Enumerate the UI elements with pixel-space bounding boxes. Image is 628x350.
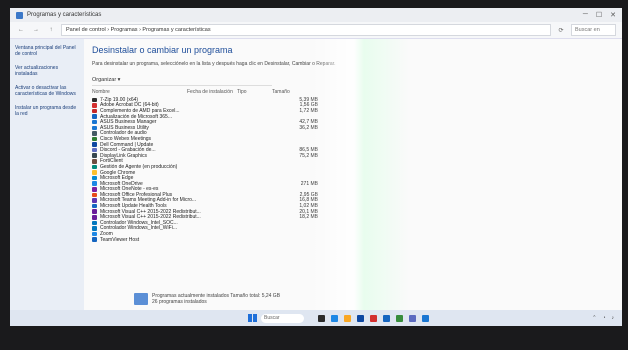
column-size[interactable]: Tamaño [272,89,302,95]
store-icon[interactable] [357,314,364,322]
sidebar-item-windows-features[interactable]: Activar o desactivar las características… [15,85,79,97]
program-icon [92,136,97,142]
outlook-icon[interactable] [383,314,390,322]
back-arrow-icon[interactable]: ← [16,27,26,33]
organize-button[interactable]: Organizar ▾ [92,77,272,86]
page-description: Para desinstalar un programa, seleccióne… [92,61,336,67]
window-controls: ─ ☐ ✕ [583,11,616,19]
program-size: 36,2 MB [299,124,318,131]
sidebar-item-install-from-network[interactable]: Instalar un programa desde la red [15,105,79,117]
sidebar-item-control-panel-home[interactable]: Ventana principal del Panel de control [15,45,79,57]
program-icon [92,114,97,119]
address-text: Panel de control › Programas › Programas… [66,27,211,33]
program-icon [92,142,97,147]
program-icon [92,187,97,192]
program-icon [92,153,97,158]
screen: Programas y características ─ ☐ ✕ ← → ↑ … [10,8,622,326]
status-count: 26 programas instalados [152,299,207,305]
program-list: 7-Zip 19.00 (x64) 5,39 MB Adobe Acrobat DC… [92,97,614,243]
search-input[interactable]: Buscar en [571,24,616,36]
program-icon [92,159,97,164]
window-title: Programas y características [27,12,102,18]
taskbar-search-label: Buscar [264,315,280,321]
excel-icon[interactable] [396,314,403,322]
taskbar-search[interactable]: Buscar [261,313,304,323]
program-icon [92,231,97,237]
status-bar: Programas actualmente instalados Tamaño … [134,293,280,305]
program-icon [92,220,97,226]
program-size: 75,2 MB [299,152,318,159]
program-icon [92,164,97,170]
program-size: 1,72 MB [299,107,318,114]
program-icon [92,192,97,198]
navigation-bar: ← → ↑ Panel de control › Programas › Pro… [10,22,622,39]
program-icon [92,125,97,131]
program-icon [92,198,97,203]
program-name: TeamViewer Host [100,236,140,243]
refresh-icon[interactable]: ⟳ [556,27,566,34]
volume-icon[interactable]: ♪ [612,315,615,321]
taskbar: Buscar ⌃ ◔ ♪ [10,310,622,326]
program-icon [92,237,97,242]
system-tray: ⌃ ◔ ♪ [592,315,614,321]
tray-chevron-icon[interactable]: ⌃ [592,315,596,321]
control-panel-icon [16,11,23,19]
minimize-icon[interactable]: ─ [583,11,588,19]
maximize-icon[interactable]: ☐ [596,11,602,19]
sidebar: Ventana principal del Panel de control V… [10,39,84,311]
program-icon [92,203,97,209]
monitor-bottom-bezel [0,326,628,350]
program-icon [92,181,97,186]
address-bar[interactable]: Panel de control › Programas › Programas… [61,24,551,36]
program-icon [92,209,97,214]
wifi-icon[interactable]: ◔ [602,315,605,321]
program-icon [92,131,97,136]
forward-arrow-icon[interactable]: → [31,27,41,33]
close-icon[interactable]: ✕ [610,11,616,19]
column-type[interactable]: Tipo [237,89,272,95]
programs-icon [134,293,148,305]
teams-icon[interactable] [409,314,416,322]
program-size: 271 MB [300,180,318,187]
word-icon[interactable] [422,314,429,322]
windows-start-icon[interactable] [248,314,257,322]
edge-icon[interactable] [331,314,338,322]
file-explorer-icon[interactable] [344,314,351,322]
sidebar-item-installed-updates[interactable]: Ver actualizaciones instaladas [15,65,79,77]
page-title: Desinstalar o cambiar un programa [92,45,233,55]
program-icon [92,103,97,108]
program-size: 18,2 MB [299,214,318,221]
task-view-icon[interactable] [318,314,325,322]
column-install-date[interactable]: Fecha de instalación [187,89,237,95]
program-icon [92,97,97,103]
window-body: Ventana principal del Panel de control V… [10,39,622,311]
window-titlebar: Programas y características ─ ☐ ✕ [10,8,622,22]
column-name[interactable]: Nombre [92,89,187,95]
search-placeholder: Buscar en [575,27,600,33]
program-row[interactable]: TeamViewer Host [92,237,614,243]
program-icon [92,215,97,220]
program-icon [92,175,97,181]
program-icon [92,147,97,153]
up-arrow-icon[interactable]: ↑ [46,27,56,33]
taskbar-apps [318,314,429,322]
program-icon [92,170,97,175]
chrome-icon[interactable] [370,314,377,322]
program-icon [92,226,97,231]
program-icon [92,119,97,125]
main-content: Desinstalar o cambiar un programa Para d… [84,39,622,311]
list-header: Nombre Fecha de instalación Tipo Tamaño [92,89,614,95]
program-icon [92,108,97,114]
